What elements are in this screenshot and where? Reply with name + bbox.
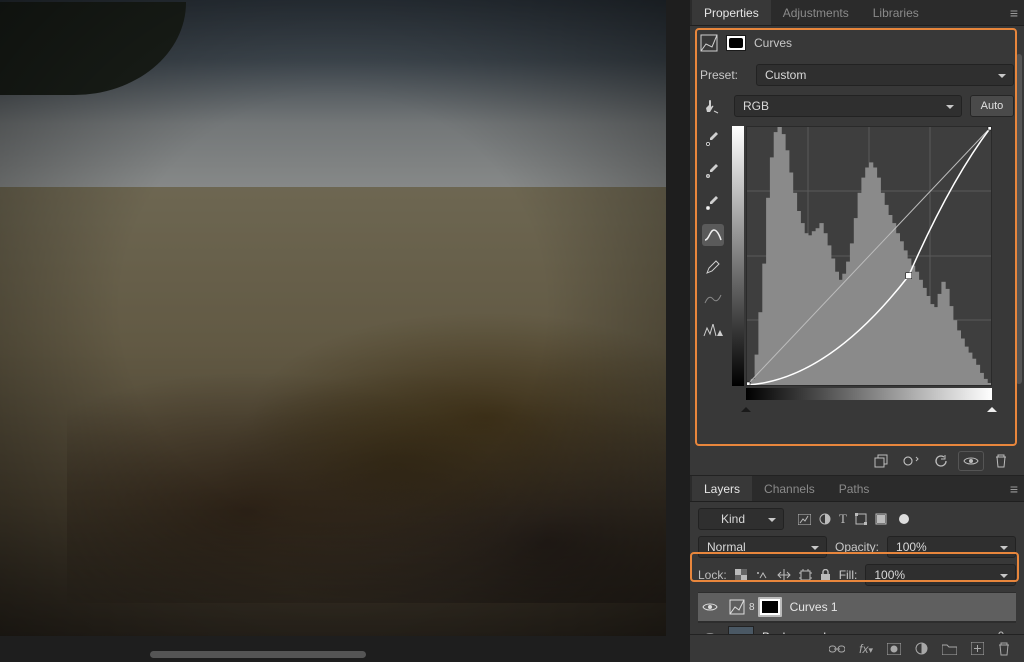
tab-adjustments[interactable]: Adjustments: [771, 0, 861, 25]
auto-button[interactable]: Auto: [970, 95, 1014, 117]
preset-label: Preset:: [700, 68, 748, 82]
panel-menu-icon[interactable]: ≡: [1010, 5, 1018, 21]
layers-panel-tabs: Layers Channels Paths ≡: [690, 476, 1024, 502]
toggle-visibility-icon[interactable]: [958, 451, 984, 471]
pencil-icon[interactable]: [702, 256, 724, 278]
input-gradient-bar: [746, 388, 992, 400]
lock-image-icon[interactable]: [755, 569, 769, 581]
black-point-slider[interactable]: [741, 402, 751, 412]
layer-kind-dropdown[interactable]: Kind: [698, 508, 784, 530]
new-adjustment-icon[interactable]: [915, 642, 928, 655]
link-layers-icon[interactable]: [829, 644, 845, 654]
lock-all-icon[interactable]: [820, 569, 831, 582]
lock-pixels-icon[interactable]: [735, 569, 747, 581]
curves-layer-icon: [728, 598, 746, 616]
image-canvas[interactable]: [0, 0, 690, 662]
input-range-slider[interactable]: [746, 402, 992, 412]
shape-filter-icon[interactable]: [855, 513, 867, 525]
mask-thumbnail-icon[interactable]: [758, 597, 782, 617]
new-layer-icon[interactable]: [971, 642, 984, 655]
add-mask-icon[interactable]: [887, 643, 901, 655]
properties-scrollbar[interactable]: [1016, 54, 1022, 384]
layer-row-curves[interactable]: 8 Curves 1: [698, 592, 1016, 622]
layers-panel: Kind T Normal Opacity: 100% Lock:: [690, 502, 1024, 652]
lock-artboard-icon[interactable]: [799, 569, 812, 582]
reset-icon[interactable]: [928, 451, 954, 471]
opacity-dropdown[interactable]: 100%: [887, 536, 1016, 558]
panels-column: Properties Adjustments Libraries ≡ Curve…: [690, 0, 1024, 662]
eyedropper-black-icon[interactable]: [702, 128, 724, 150]
eyedropper-white-icon[interactable]: [702, 192, 724, 214]
adjustment-filter-icon[interactable]: [819, 513, 831, 525]
curves-adjust-icon: [700, 34, 718, 52]
curve-point-icon[interactable]: [702, 224, 724, 246]
curves-tools: [700, 126, 726, 416]
smart-filter-icon[interactable]: [875, 513, 887, 525]
canvas-horizontal-scrollbar[interactable]: [150, 651, 366, 658]
delete-adjustment-icon[interactable]: [988, 451, 1014, 471]
fill-dropdown[interactable]: 100%: [865, 564, 1016, 586]
layer-name[interactable]: Curves 1: [790, 600, 838, 614]
lock-label: Lock:: [698, 568, 727, 582]
fx-icon[interactable]: fx▾: [859, 642, 873, 656]
channel-dropdown[interactable]: RGB: [734, 95, 962, 117]
blend-mode-dropdown[interactable]: Normal: [698, 536, 827, 558]
preset-dropdown[interactable]: Custom: [756, 64, 1014, 86]
properties-footer: [690, 446, 1024, 476]
smooth-icon[interactable]: [702, 288, 724, 310]
properties-panel: Curves Preset: Custom RGB Auto: [690, 26, 1024, 446]
lock-position-icon[interactable]: [777, 568, 791, 582]
delete-layer-icon[interactable]: [998, 642, 1010, 656]
new-group-icon[interactable]: [942, 643, 957, 655]
properties-title: Curves: [754, 36, 792, 50]
curves-graph-area: [732, 126, 992, 416]
tab-layers[interactable]: Layers: [692, 476, 752, 501]
properties-panel-tabs: Properties Adjustments Libraries ≡: [690, 0, 1024, 26]
tab-paths[interactable]: Paths: [827, 476, 882, 501]
tab-libraries[interactable]: Libraries: [861, 0, 931, 25]
output-gradient-bar: [732, 126, 744, 386]
document-image: [0, 0, 666, 636]
white-point-slider[interactable]: [987, 402, 997, 412]
type-filter-icon[interactable]: T: [839, 511, 847, 527]
clip-warning-icon[interactable]: [702, 320, 724, 342]
layers-panel-menu-icon[interactable]: ≡: [1010, 481, 1018, 497]
layers-footer: fx▾: [690, 634, 1024, 662]
opacity-label: Opacity:: [835, 540, 879, 554]
layer-filter-icons: T: [798, 511, 909, 527]
curves-graph[interactable]: [746, 126, 992, 386]
image-filter-icon[interactable]: [798, 514, 811, 525]
clip-to-layer-icon[interactable]: [868, 451, 894, 471]
tab-channels[interactable]: Channels: [752, 476, 827, 501]
filter-toggle-icon[interactable]: [899, 514, 909, 524]
finger-icon[interactable]: [702, 96, 724, 118]
eyedropper-gray-icon[interactable]: [702, 160, 724, 182]
visibility-toggle-icon[interactable]: [702, 602, 720, 612]
view-previous-state-icon[interactable]: [898, 451, 924, 471]
layer-mask-icon: [726, 35, 746, 51]
link-indicator-icon: 8: [749, 602, 755, 613]
fill-label: Fill:: [839, 568, 858, 582]
tab-properties[interactable]: Properties: [692, 0, 771, 25]
